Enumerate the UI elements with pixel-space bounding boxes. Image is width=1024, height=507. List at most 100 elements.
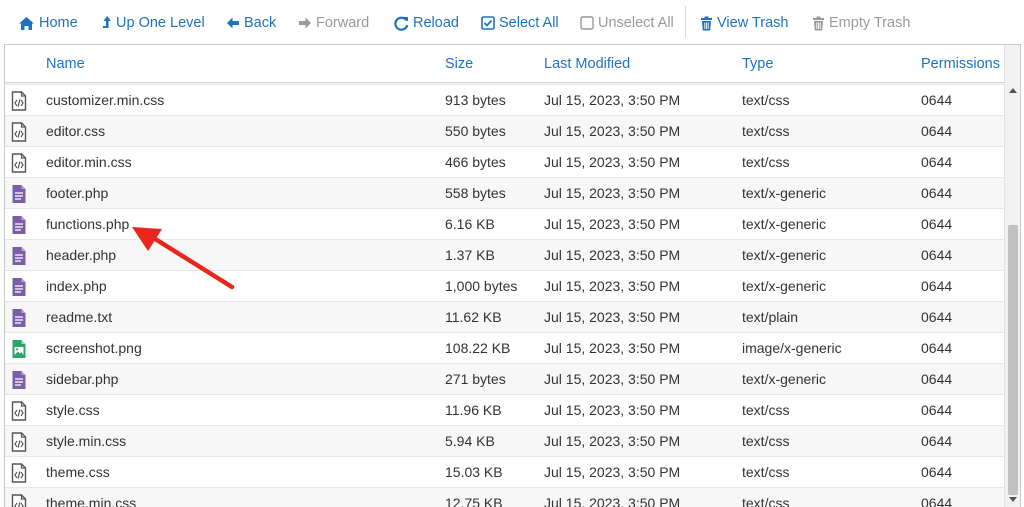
up-one-level-button[interactable]: Up One Level [102, 12, 205, 34]
column-header-type[interactable]: Type [742, 45, 773, 83]
text-file-icon [11, 370, 27, 390]
scroll-up-icon[interactable] [1005, 83, 1020, 97]
file-permissions: 0644 [921, 495, 953, 507]
column-header-last-modified[interactable]: Last Modified [544, 45, 630, 83]
css-file-icon [11, 122, 27, 142]
file-size: 15.03 KB [445, 464, 503, 480]
file-manager-toolbar: Home Up One Level Back Forward Reload Se… [0, 0, 1024, 44]
column-header-permissions[interactable]: Permissions [921, 45, 1000, 83]
column-header-size[interactable]: Size [445, 45, 473, 83]
css-file-icon [11, 153, 27, 173]
file-type: text/x-generic [742, 216, 827, 232]
scrollbar-thumb[interactable] [1008, 225, 1018, 495]
view-trash-button[interactable]: View Trash [700, 12, 788, 34]
table-row[interactable]: readme.txt 11.62 KB Jul 15, 2023, 3:50 PM t… [5, 301, 1005, 332]
table-header: Name Size Last Modified Type Permissions [5, 45, 1005, 83]
empty-trash-button[interactable]: Empty Trash [812, 12, 910, 34]
file-last-modified: Jul 15, 2023, 3:50 PM [544, 185, 681, 201]
text-file-icon [11, 184, 27, 204]
forward-button[interactable]: Forward [298, 12, 369, 34]
file-last-modified: Jul 15, 2023, 3:50 PM [544, 154, 681, 170]
table-row[interactable]: style.css 11.96 KB Jul 15, 2023, 3:50 PM te… [5, 394, 1005, 425]
file-name: style.css [46, 402, 100, 418]
file-last-modified: Jul 15, 2023, 3:50 PM [544, 278, 681, 294]
view-trash-label: View Trash [717, 15, 789, 31]
up-one-level-label: Up One Level [116, 15, 205, 31]
file-name: editor.min.css [46, 154, 132, 170]
file-last-modified: Jul 15, 2023, 3:50 PM [544, 340, 681, 356]
file-name: header.php [46, 247, 117, 263]
css-file-icon [11, 494, 27, 507]
file-type: text/x-generic [742, 247, 827, 263]
reload-label: Reload [413, 15, 459, 31]
table-row[interactable]: sidebar.php 271 bytes Jul 15, 2023, 3:50 P… [5, 363, 1005, 394]
file-last-modified: Jul 15, 2023, 3:50 PM [544, 402, 681, 418]
file-permissions: 0644 [921, 340, 953, 356]
unselect-all-button[interactable]: Unselect All [580, 12, 674, 34]
file-last-modified: Jul 15, 2023, 3:50 PM [544, 123, 681, 139]
file-size: 466 bytes [445, 154, 506, 170]
file-name: sidebar.php [46, 371, 119, 387]
file-permissions: 0644 [921, 464, 953, 480]
file-type: text/css [742, 154, 790, 170]
home-icon [18, 16, 35, 31]
vertical-scrollbar[interactable] [1004, 45, 1020, 507]
table-row[interactable]: editor.css 550 bytes Jul 15, 2023, 3:50 PM… [5, 115, 1005, 146]
file-last-modified: Jul 15, 2023, 3:50 PM [544, 247, 681, 263]
file-type: text/x-generic [742, 278, 827, 294]
file-size: 550 bytes [445, 123, 506, 139]
table-row[interactable]: theme.min.css 12.75 KB Jul 15, 2023, 3:50 … [5, 487, 1005, 507]
file-type: text/x-generic [742, 371, 827, 387]
home-label: Home [39, 15, 78, 31]
file-type: text/css [742, 464, 790, 480]
file-last-modified: Jul 15, 2023, 3:50 PM [544, 92, 681, 108]
table-row[interactable]: footer.php 558 bytes Jul 15, 2023, 3:50 PM… [5, 177, 1005, 208]
reload-button[interactable]: Reload [394, 12, 459, 34]
column-header-name[interactable]: Name [46, 45, 85, 83]
level-up-icon [102, 15, 112, 31]
file-size: 12.75 KB [445, 495, 503, 507]
file-name: theme.min.css [46, 495, 137, 507]
select-all-button[interactable]: Select All [481, 12, 559, 34]
file-type: text/css [742, 92, 790, 108]
file-permissions: 0644 [921, 123, 953, 139]
table-row[interactable]: editor.min.css 466 bytes Jul 15, 2023, 3:5… [5, 146, 1005, 177]
file-type: text/x-generic [742, 185, 827, 201]
file-type: text/css [742, 123, 790, 139]
refresh-icon [394, 16, 409, 31]
file-name: style.min.css [46, 433, 127, 449]
file-size: 558 bytes [445, 185, 506, 201]
arrow-left-icon [226, 16, 240, 30]
back-button[interactable]: Back [226, 12, 276, 34]
file-type: text/css [742, 433, 790, 449]
file-permissions: 0644 [921, 433, 953, 449]
back-label: Back [244, 15, 277, 31]
file-last-modified: Jul 15, 2023, 3:50 PM [544, 464, 681, 480]
file-name: customizer.min.css [46, 92, 165, 108]
file-name: theme.css [46, 464, 110, 480]
checkbox-empty-icon [580, 16, 594, 30]
empty-trash-label: Empty Trash [829, 15, 911, 31]
trash-icon [812, 16, 825, 31]
unselect-all-label: Unselect All [598, 15, 674, 31]
table-row[interactable]: customizer.min.css 913 bytes Jul 15, 2023,… [5, 84, 1005, 115]
table-row[interactable]: theme.css 15.03 KB Jul 15, 2023, 3:50 PM te… [5, 456, 1005, 487]
toolbar-divider [685, 6, 686, 38]
file-permissions: 0644 [921, 185, 953, 201]
file-size: 271 bytes [445, 371, 506, 387]
table-row[interactable]: screenshot.png 108.22 KB Jul 15, 2023, 3:5… [5, 332, 1005, 363]
file-permissions: 0644 [921, 216, 953, 232]
file-type: image/x-generic [742, 340, 842, 356]
text-file-icon [11, 215, 27, 235]
file-name: footer.php [46, 185, 109, 201]
file-size: 11.62 KB [445, 309, 502, 325]
file-last-modified: Jul 15, 2023, 3:50 PM [544, 495, 681, 507]
file-name: index.php [46, 278, 107, 294]
home-button[interactable]: Home [18, 12, 78, 34]
annotation-arrow-icon [132, 227, 235, 290]
table-row[interactable]: style.min.css 5.94 KB Jul 15, 2023, 3:50 P… [5, 425, 1005, 456]
file-name: editor.css [46, 123, 106, 139]
file-size: 6.16 KB [445, 216, 495, 232]
scroll-down-icon[interactable] [1005, 492, 1020, 506]
text-file-icon [11, 246, 27, 266]
